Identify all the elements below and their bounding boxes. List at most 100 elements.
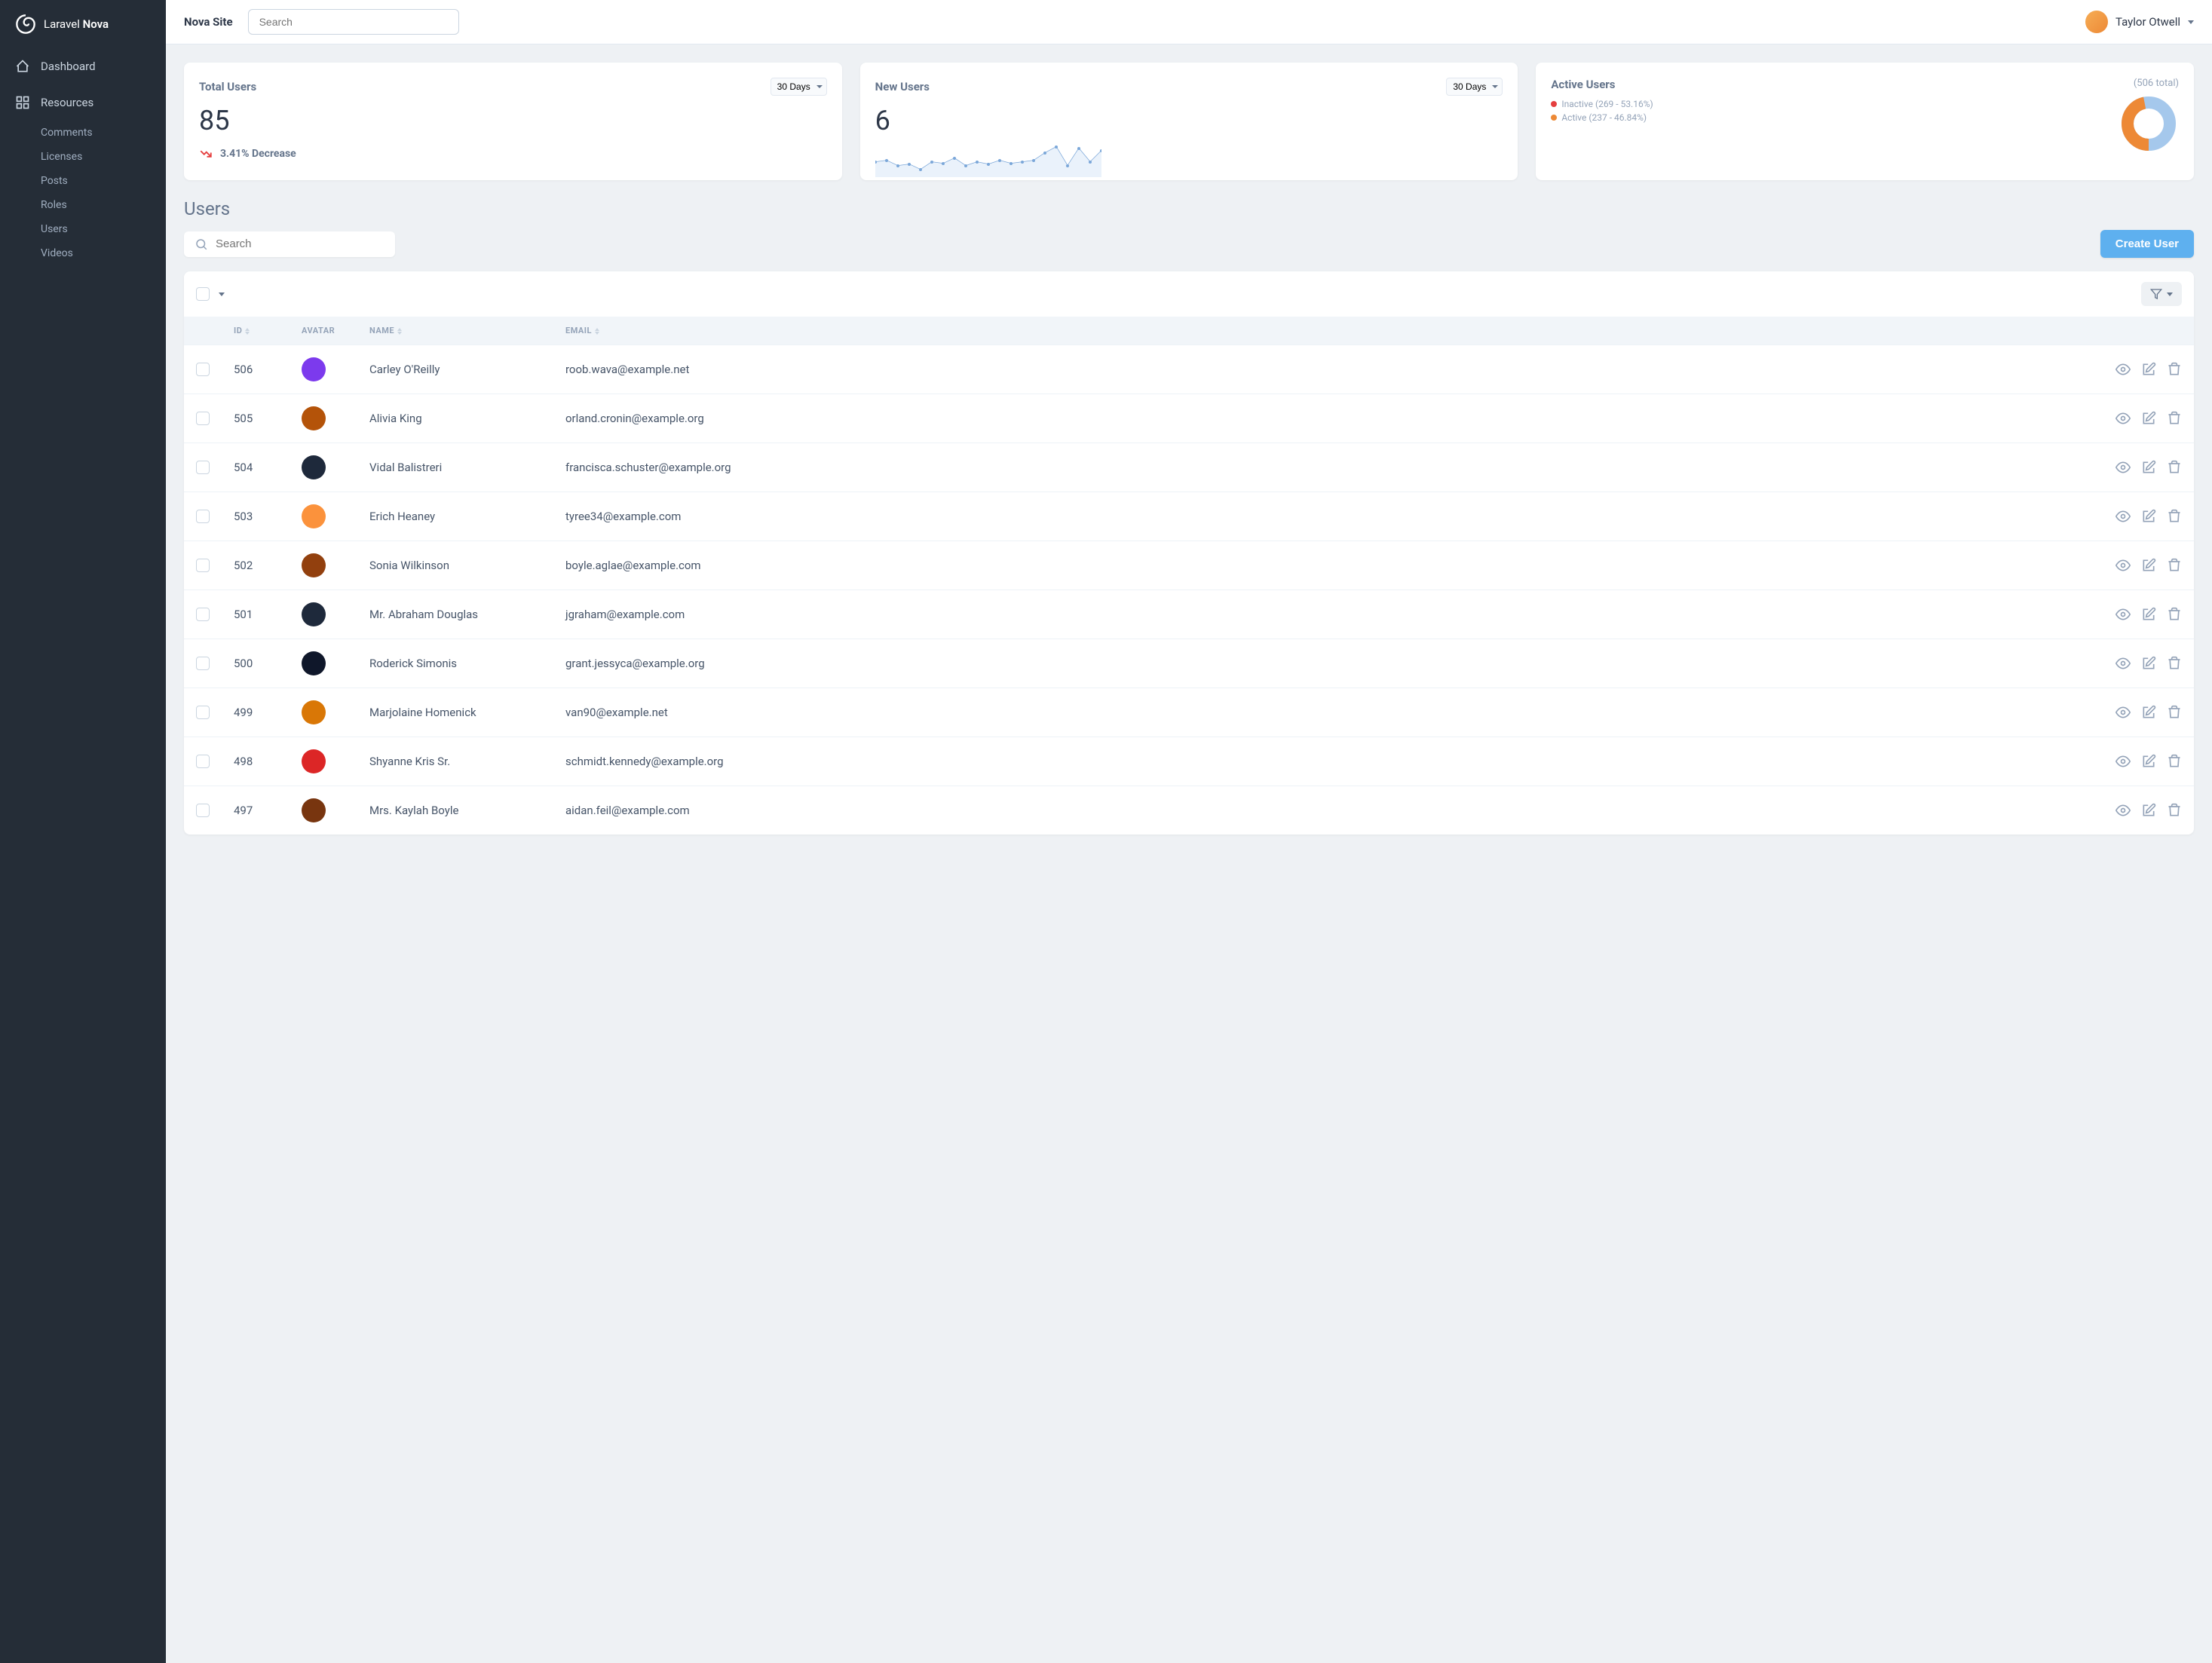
row-checkbox[interactable] [196, 363, 210, 376]
card-total-users: Total Users 30 Days 85 3.41% Decrease [184, 63, 842, 180]
legend-item: Inactive (269 - 53.16%) [1551, 99, 1653, 109]
row-checkbox[interactable] [196, 804, 210, 817]
eye-icon[interactable] [2115, 558, 2131, 573]
trash-icon[interactable] [2167, 607, 2182, 622]
edit-icon[interactable] [2141, 656, 2156, 671]
range-select[interactable]: 30 Days [1446, 78, 1503, 96]
col-email[interactable]: EMAIL [553, 317, 2088, 345]
edit-icon[interactable] [2141, 705, 2156, 720]
table-row: 504 Vidal Balistreri francisca.schuster@… [184, 443, 2194, 492]
sidebar-subitem-licenses[interactable]: Licenses [0, 145, 166, 169]
card-title: Active Users [1551, 78, 1653, 91]
col-avatar: AVATAR [290, 317, 357, 345]
sidebar-item-resources[interactable]: Resources [0, 84, 166, 121]
cell-email: jgraham@example.com [553, 590, 2088, 639]
filter-icon [2150, 288, 2162, 300]
sidebar-subitem-roles[interactable]: Roles [0, 193, 166, 217]
edit-icon[interactable] [2141, 411, 2156, 426]
cell-id: 499 [222, 688, 290, 737]
cell-id: 501 [222, 590, 290, 639]
cell-name[interactable]: Shyanne Kris Sr. [357, 737, 553, 786]
cell-id: 505 [222, 394, 290, 443]
trash-icon[interactable] [2167, 460, 2182, 475]
edit-icon[interactable] [2141, 509, 2156, 524]
row-checkbox[interactable] [196, 412, 210, 425]
cell-name[interactable]: Mrs. Kaylah Boyle [357, 786, 553, 835]
row-checkbox[interactable] [196, 755, 210, 768]
chevron-down-icon[interactable] [219, 292, 225, 296]
row-checkbox[interactable] [196, 657, 210, 670]
brand-text: Laravel Nova [44, 17, 109, 31]
search-input[interactable] [248, 9, 459, 35]
select-all-checkbox[interactable] [196, 287, 210, 301]
edit-icon[interactable] [2141, 754, 2156, 769]
cell-name[interactable]: Carley O'Reilly [357, 345, 553, 394]
eye-icon[interactable] [2115, 656, 2131, 671]
cell-name[interactable]: Mr. Abraham Douglas [357, 590, 553, 639]
col-id[interactable]: ID [222, 317, 290, 345]
table-row: 499 Marjolaine Homenick van90@example.ne… [184, 688, 2194, 737]
edit-icon[interactable] [2141, 607, 2156, 622]
user-menu[interactable]: Taylor Otwell [2085, 11, 2194, 33]
trash-icon[interactable] [2167, 705, 2182, 720]
table-row: 497 Mrs. Kaylah Boyle aidan.feil@example… [184, 786, 2194, 835]
trend-down-icon [199, 147, 213, 161]
range-select[interactable]: 30 Days [771, 78, 827, 96]
eye-icon[interactable] [2115, 803, 2131, 818]
trash-icon[interactable] [2167, 803, 2182, 818]
topbar: Nova Site Taylor Otwell [166, 0, 2212, 44]
row-checkbox[interactable] [196, 461, 210, 474]
avatar [302, 651, 326, 675]
sidebar-subitem-comments[interactable]: Comments [0, 121, 166, 145]
eye-icon[interactable] [2115, 705, 2131, 720]
sidebar-subitem-posts[interactable]: Posts [0, 169, 166, 193]
edit-icon[interactable] [2141, 558, 2156, 573]
edit-icon[interactable] [2141, 803, 2156, 818]
cell-name[interactable]: Sonia Wilkinson [357, 541, 553, 590]
eye-icon[interactable] [2115, 509, 2131, 524]
trash-icon[interactable] [2167, 656, 2182, 671]
filter-button[interactable] [2141, 282, 2182, 306]
donut-chart [2119, 93, 2179, 154]
eye-icon[interactable] [2115, 362, 2131, 377]
avatar [302, 455, 326, 479]
table-row: 506 Carley O'Reilly roob.wava@example.ne… [184, 345, 2194, 394]
cell-name[interactable]: Vidal Balistreri [357, 443, 553, 492]
avatar [302, 504, 326, 528]
sidebar-item-label: Dashboard [41, 60, 96, 73]
cell-name[interactable]: Alivia King [357, 394, 553, 443]
trash-icon[interactable] [2167, 754, 2182, 769]
cell-name[interactable]: Roderick Simonis [357, 639, 553, 688]
eye-icon[interactable] [2115, 754, 2131, 769]
cell-email: schmidt.kennedy@example.org [553, 737, 2088, 786]
row-checkbox[interactable] [196, 510, 210, 523]
cell-name[interactable]: Marjolaine Homenick [357, 688, 553, 737]
sidebar-item-dashboard[interactable]: Dashboard [0, 48, 166, 84]
row-checkbox[interactable] [196, 706, 210, 719]
avatar [302, 602, 326, 626]
spiral-icon [15, 14, 36, 35]
sidebar-subitem-users[interactable]: Users [0, 217, 166, 241]
trash-icon[interactable] [2167, 509, 2182, 524]
cell-id: 500 [222, 639, 290, 688]
row-checkbox[interactable] [196, 608, 210, 621]
brand-logo[interactable]: Laravel Nova [0, 0, 166, 48]
sidebar-subitem-videos[interactable]: Videos [0, 241, 166, 265]
row-checkbox[interactable] [196, 559, 210, 572]
eye-icon[interactable] [2115, 411, 2131, 426]
eye-icon[interactable] [2115, 460, 2131, 475]
search-input[interactable] [216, 237, 384, 250]
site-name: Nova Site [184, 15, 233, 29]
trash-icon[interactable] [2167, 362, 2182, 377]
trash-icon[interactable] [2167, 558, 2182, 573]
cell-name[interactable]: Erich Heaney [357, 492, 553, 541]
create-user-button[interactable]: Create User [2100, 230, 2194, 258]
eye-icon[interactable] [2115, 607, 2131, 622]
col-name[interactable]: NAME [357, 317, 553, 345]
trash-icon[interactable] [2167, 411, 2182, 426]
legend-item: Active (237 - 46.84%) [1551, 112, 1653, 123]
avatar [302, 798, 326, 822]
card-value: 85 [199, 105, 827, 136]
edit-icon[interactable] [2141, 362, 2156, 377]
edit-icon[interactable] [2141, 460, 2156, 475]
